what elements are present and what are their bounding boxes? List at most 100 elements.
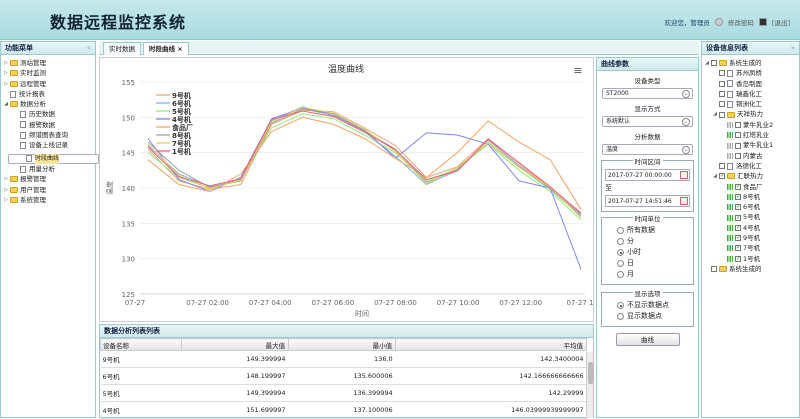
menu-item[interactable]: ▷ 用户管理: [3, 185, 93, 195]
tab-realtime-data[interactable]: 实时数据: [103, 42, 141, 55]
logout-link[interactable]: [退出]: [772, 17, 790, 27]
expand-icon[interactable]: ◢: [704, 58, 710, 68]
device-tree-item[interactable]: ◢ 系统生成的: [704, 58, 797, 68]
radio-button[interactable]: [617, 238, 624, 245]
device-tree-item[interactable]: 洛德化工: [704, 161, 797, 171]
device-tree-item[interactable]: 8号机: [704, 192, 797, 202]
checkbox[interactable]: [735, 213, 741, 223]
menu-item[interactable]: ▷ 远程管理: [3, 79, 93, 89]
menu-item[interactable]: 报警数据: [3, 120, 93, 130]
menu-item[interactable]: ▷ 报警管理: [3, 174, 93, 184]
checkbox[interactable]: [735, 254, 741, 264]
checkbox[interactable]: [711, 266, 717, 273]
expand-icon[interactable]: ◢: [3, 99, 9, 109]
checkbox[interactable]: [719, 111, 725, 118]
device-tree-item[interactable]: 食品厂: [704, 182, 797, 192]
time-unit-option[interactable]: 月: [605, 269, 690, 280]
device-tree-item[interactable]: ◢ 汇联热力: [704, 171, 797, 181]
menu-item[interactable]: 设备上线记录: [3, 140, 93, 150]
device-tree-item[interactable]: 瑞鑫化工: [704, 89, 797, 99]
device-tree-item[interactable]: 红塔乳业: [704, 130, 797, 140]
calendar-icon[interactable]: [680, 171, 688, 179]
checkbox[interactable]: [735, 182, 741, 192]
radio-button[interactable]: [617, 249, 624, 256]
device-tree-item[interactable]: 4号机: [704, 223, 797, 233]
menu-item[interactable]: ▷ 实时监测: [3, 68, 93, 78]
radio-button[interactable]: [617, 260, 624, 267]
display-option[interactable]: 显示数据点: [605, 311, 690, 322]
radio-button[interactable]: [617, 271, 624, 278]
expand-icon[interactable]: ▷: [3, 58, 9, 68]
display-option[interactable]: 不显示数据点: [605, 300, 690, 311]
table-scrollbar[interactable]: [586, 352, 593, 418]
column-header[interactable]: 最大值: [180, 338, 290, 351]
change-password-link[interactable]: 修改密码: [728, 17, 754, 27]
device-tree-item[interactable]: 内蒙古: [704, 151, 797, 161]
device-tree-item[interactable]: 9号机: [704, 233, 797, 243]
menu-item[interactable]: 用量分析: [3, 164, 93, 174]
device-tree-item[interactable]: 1号机: [704, 254, 797, 264]
device-tree-item[interactable]: 铜洲化工: [704, 99, 797, 109]
calendar-icon[interactable]: [680, 197, 688, 205]
menu-item[interactable]: 频谱图表查询: [3, 130, 93, 140]
curve-button[interactable]: 曲线: [615, 333, 680, 346]
menu-item[interactable]: ◢ 数据分析: [3, 99, 93, 109]
menu-item[interactable]: ▷ 测站管理: [3, 58, 93, 68]
end-time-input[interactable]: 2017-07-27 14:51:46: [605, 195, 690, 207]
time-unit-option[interactable]: 分: [605, 236, 690, 247]
analysis-data-select[interactable]: 温度 ⌄: [602, 144, 693, 155]
time-unit-option[interactable]: 小时: [605, 247, 690, 258]
radio-button[interactable]: [617, 302, 624, 309]
menu-item[interactable]: 统计报表: [3, 89, 93, 99]
scrollbar-thumb[interactable]: [588, 362, 593, 384]
device-tree-item[interactable]: 系统生成的: [704, 264, 797, 274]
checkbox[interactable]: [735, 243, 741, 254]
expand-icon[interactable]: ▷: [3, 174, 9, 184]
table-row[interactable]: 9号机 149.399994 136.0 142.3400004: [100, 350, 587, 368]
checkbox[interactable]: [735, 233, 741, 243]
tab-period-curve[interactable]: 时段曲线 ×: [143, 42, 189, 55]
collapse-right-icon[interactable]: »: [791, 42, 795, 55]
radio-button[interactable]: [617, 227, 624, 234]
checkbox[interactable]: [735, 202, 741, 213]
chart-menu-icon[interactable]: ≡: [573, 64, 582, 77]
menu-item[interactable]: 历史数据: [3, 109, 93, 119]
column-header[interactable]: 最小值: [288, 338, 397, 351]
checkbox[interactable]: [719, 70, 725, 77]
device-tree-item[interactable]: 苏州凤桥: [704, 68, 797, 78]
expand-icon[interactable]: ◢: [712, 171, 718, 181]
device-tree-item[interactable]: 5号机: [704, 212, 797, 223]
device-tree-item[interactable]: 蒙牛乳业1: [704, 140, 797, 150]
checkbox[interactable]: [711, 60, 717, 67]
checkbox[interactable]: [735, 132, 741, 139]
device-tree-item[interactable]: 蒙牛乳业2: [704, 120, 797, 130]
checkbox[interactable]: [719, 101, 725, 108]
time-unit-option[interactable]: 日: [605, 258, 690, 269]
column-header[interactable]: 平均值: [395, 338, 587, 351]
checkbox[interactable]: [719, 80, 725, 87]
column-header[interactable]: 设备名称: [100, 338, 182, 351]
time-unit-option[interactable]: 所有数据: [605, 225, 690, 236]
expand-icon[interactable]: ▷: [3, 195, 9, 205]
device-type-select[interactable]: ST2000 ⌄: [602, 88, 693, 99]
table-row[interactable]: 4号机 151.699997 137.100006 146.0399993999999…: [100, 401, 587, 419]
expand-icon[interactable]: ▷: [3, 185, 9, 195]
collapse-left-icon[interactable]: «: [87, 42, 91, 55]
table-row[interactable]: 5号机 149.399994 136.399994 142.29999: [100, 384, 587, 402]
expand-icon[interactable]: ▷: [3, 79, 9, 89]
close-tab-icon[interactable]: ×: [177, 45, 182, 53]
table-row[interactable]: 6号机 148.199997 135.600006 142.166666666666: [100, 367, 587, 385]
radio-button[interactable]: [617, 313, 624, 320]
checkbox[interactable]: [735, 223, 741, 233]
start-time-input[interactable]: 2017-07-27 00:00:00: [605, 169, 690, 181]
checkbox[interactable]: [735, 121, 741, 128]
display-mode-select[interactable]: 系统默认 ⌄: [602, 116, 693, 127]
checkbox[interactable]: [735, 192, 741, 202]
menu-item[interactable]: 时段曲线: [8, 153, 99, 164]
device-tree-item[interactable]: 香岛制面: [704, 79, 797, 89]
checkbox[interactable]: [735, 152, 741, 159]
expand-icon[interactable]: ▷: [3, 68, 9, 78]
device-tree-item[interactable]: 7号机: [704, 243, 797, 254]
checkbox[interactable]: [719, 91, 725, 98]
menu-item[interactable]: ▷ 系统管理: [3, 195, 93, 205]
